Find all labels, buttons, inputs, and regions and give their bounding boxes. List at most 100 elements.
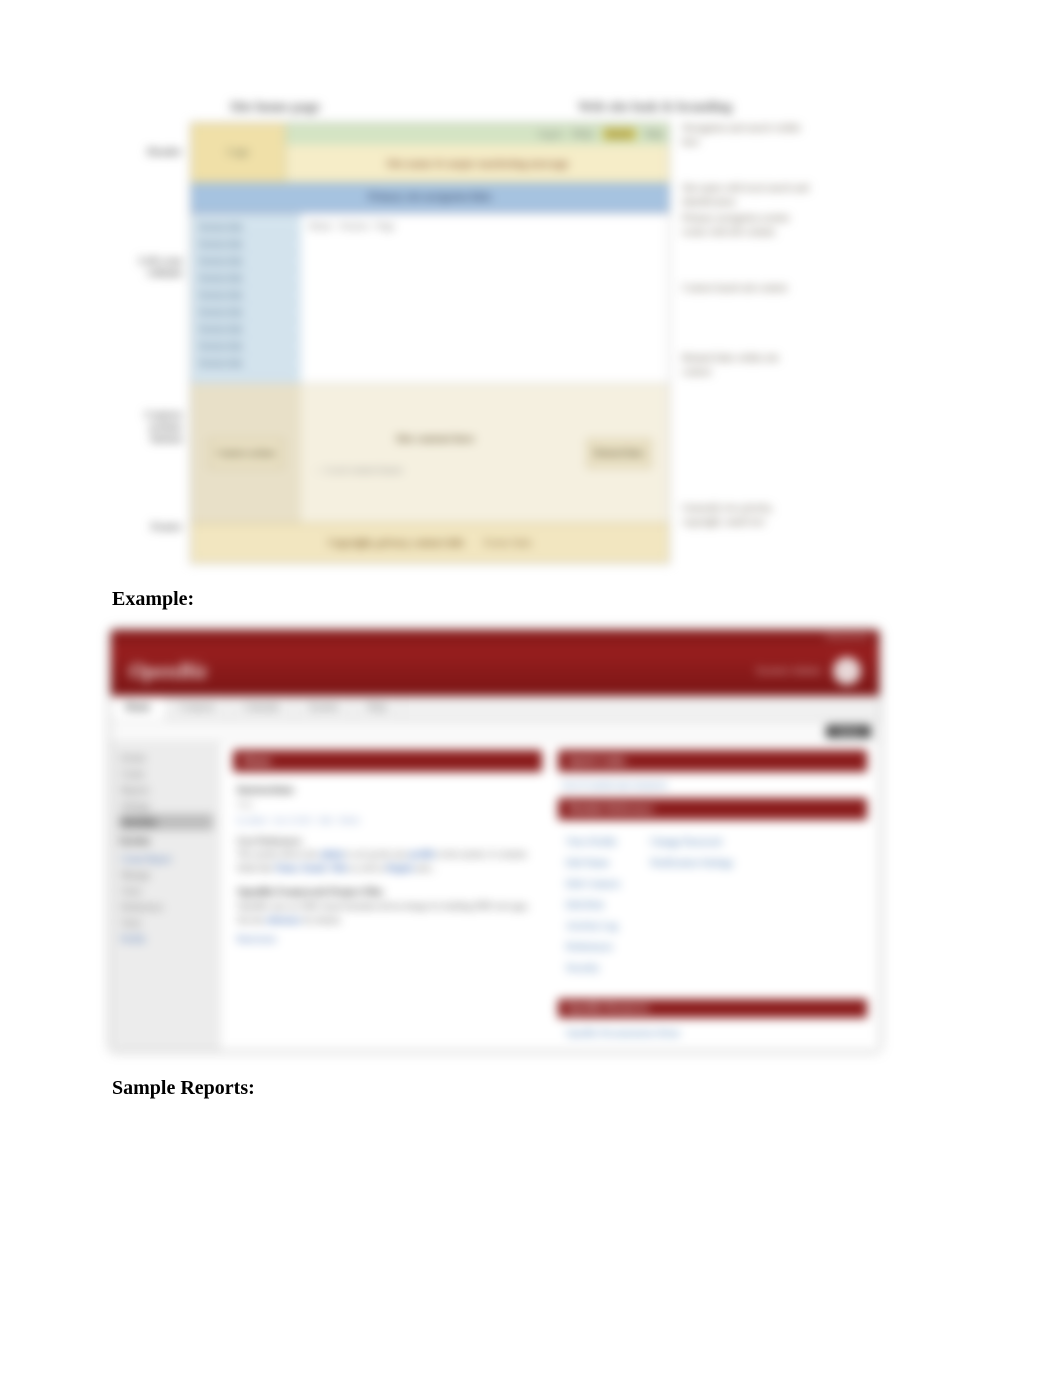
- avatar[interactable]: [833, 657, 861, 685]
- menu-item: Section link: [197, 304, 295, 321]
- annotation: Navigation and search visible here: [682, 122, 810, 182]
- app-sidebar: Events Create Reports Settings Activitie…: [111, 742, 221, 1050]
- diagram-top-labels: Site home page Web site look & branding: [120, 100, 880, 116]
- read-more-link[interactable]: Read more: [237, 933, 538, 947]
- hdr-link: Help: [646, 129, 664, 139]
- panel-header: Module Reference: [558, 798, 867, 820]
- quick-link[interactable]: Activity Log: [566, 916, 620, 937]
- sidebar-item[interactable]: Create Report: [119, 851, 213, 867]
- annotation: Context based sub content: [682, 272, 810, 342]
- sample-reports-heading: Sample Reports:: [112, 1077, 1012, 1100]
- menu-item: Section link: [197, 236, 295, 253]
- side-label-footer: Footer: [120, 502, 182, 552]
- side-label-scan: Left scan column: [120, 182, 182, 352]
- site-content-label: Site content here: [396, 433, 475, 445]
- annotation: Related links within site context: [682, 342, 810, 462]
- menu-item: Section link: [197, 253, 295, 270]
- left-panel: Home Instructions Help by admin · Jan 12…: [233, 750, 542, 1042]
- panel-header: Quick Links: [558, 750, 867, 772]
- hdr-link: Search: [603, 128, 636, 140]
- header-banner: Site name & major marketing message: [286, 145, 669, 182]
- side-label-header: Header: [120, 122, 182, 182]
- sidebar-item[interactable]: Profile: [119, 931, 213, 947]
- article-tag: Help: [237, 799, 538, 811]
- menu-item: Section link: [197, 355, 295, 372]
- annotation: Primary navigation system works with lef…: [682, 212, 810, 272]
- content-feature-label: — Local content feature: [301, 465, 403, 475]
- app-tabs: Home Contacts Calendar System Help: [111, 696, 879, 722]
- hdr-link: Log in: [538, 129, 562, 139]
- right-panel: Quick Links List of current user resourc…: [558, 750, 867, 1042]
- top-label-left: Site home page: [200, 100, 350, 116]
- user-name: System Admin: [756, 665, 821, 677]
- quick-link[interactable]: Change Password: [650, 832, 733, 853]
- menu-item: Section link: [197, 338, 295, 355]
- quick-link[interactable]: Notification Settings: [650, 853, 733, 874]
- menu-item: Section link: [197, 321, 295, 338]
- app-topbar: Administrator: [111, 630, 879, 646]
- article-title: Instructions: [237, 782, 538, 799]
- side-label-context: Context actions button: [120, 352, 182, 502]
- content-area: Home > Section > Page: [301, 213, 669, 383]
- panel-subtext: List of current user resources: [558, 778, 867, 792]
- sidebar-item[interactable]: Settings: [119, 798, 213, 814]
- example-heading: Example:: [112, 588, 1012, 611]
- sidebar-group-title: System: [119, 836, 213, 847]
- quick-link[interactable]: Preferences: [566, 937, 620, 958]
- app-user-area: System Admin: [756, 657, 861, 685]
- quick-link[interactable]: Security: [566, 958, 620, 979]
- article-paragraph: The system allows the admin to set up th…: [237, 848, 538, 875]
- tab-help[interactable]: Help: [353, 696, 401, 721]
- wireframe-footer: Copyright, privacy, contact info Footer …: [191, 523, 669, 563]
- annotation: Site name with local search and identifi…: [682, 182, 810, 212]
- tab-system[interactable]: System: [295, 696, 353, 721]
- panel-header: Home: [233, 750, 542, 772]
- sidebar-item[interactable]: Manage: [119, 867, 213, 883]
- tab-calendar[interactable]: Calendar: [230, 696, 295, 721]
- sidebar-item[interactable]: Events: [119, 750, 213, 766]
- quick-link[interactable]: View Profile: [566, 832, 620, 853]
- annotation: Generally low priority, copyright, small…: [682, 462, 810, 552]
- menu-item: Section link: [197, 270, 295, 287]
- link-list-right: Change Password Notification Settings: [650, 832, 733, 979]
- link-list-left: View Profile Edit Name Edit Contacts Edi…: [566, 832, 620, 979]
- wireframe-header: Logo Log in FAQs Search Help Site name &…: [191, 123, 669, 183]
- related-links-button: Related links: [587, 439, 651, 469]
- quick-link[interactable]: Edit Name: [566, 853, 620, 874]
- hdr-link: FAQs: [572, 129, 593, 139]
- article-meta: by admin · Jan 12 2015 · Edit · Delete: [237, 815, 538, 827]
- reference-header: OpenBiz Resources: [558, 999, 867, 1018]
- para-label: User Preferences: [237, 835, 538, 849]
- tab-home[interactable]: Home: [111, 696, 166, 721]
- sidebar-item[interactable]: Reports: [119, 782, 213, 798]
- app-logo: OpenBiz: [129, 658, 207, 684]
- wireframe-box: Logo Log in FAQs Search Help Site name &…: [190, 122, 670, 564]
- context-actions-button: Context actions: [209, 439, 283, 469]
- sidebar-item[interactable]: Tools: [119, 915, 213, 931]
- sidebar-item-selected[interactable]: Activities: [119, 814, 213, 830]
- logo-cell: Logo: [191, 123, 286, 182]
- right-annotations: Navigation and search visible here Site …: [670, 122, 810, 564]
- admin-chip[interactable]: Admin: [826, 725, 871, 738]
- app-header: OpenBiz System Admin: [111, 646, 879, 696]
- sidebar-item[interactable]: Preferences: [119, 899, 213, 915]
- wireframe-diagram: Site home page Web site look & branding …: [120, 100, 880, 564]
- app-subbar: Admin: [111, 722, 879, 742]
- primary-nav-bar: Primary site navigation links: [191, 183, 669, 213]
- tab-contacts[interactable]: Contacts: [166, 696, 230, 721]
- sidebar-item[interactable]: Create: [119, 766, 213, 782]
- footer-copy: Copyright, privacy, contact info: [328, 538, 464, 549]
- article-paragraph: OpenBiz uses an XML based metadata drive…: [237, 900, 538, 927]
- article-subheading: OpenBiz Framework Project Files: [237, 885, 538, 900]
- menu-item: Section link: [197, 287, 295, 304]
- quick-link[interactable]: Edit Role: [566, 895, 620, 916]
- header-utility-links: Log in FAQs Search Help: [286, 123, 669, 145]
- footer-links: Footer links: [484, 538, 532, 549]
- menu-item: Section link: [197, 219, 295, 236]
- quick-link[interactable]: Edit Contacts: [566, 874, 620, 895]
- top-label-right: Web site look & branding: [430, 100, 880, 116]
- sidebar-item[interactable]: Users: [119, 883, 213, 899]
- lower-content-row: Context actions Site content here — Loca…: [191, 383, 669, 523]
- reference-link[interactable]: OpenBiz Documentation Home: [558, 1024, 867, 1042]
- side-labels: Header Left scan column Context actions …: [120, 122, 190, 564]
